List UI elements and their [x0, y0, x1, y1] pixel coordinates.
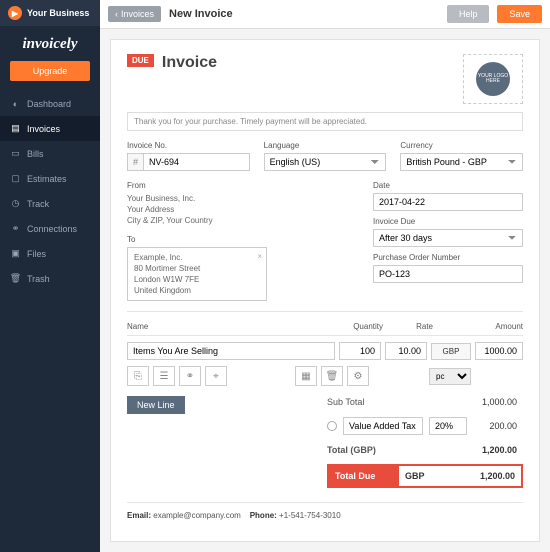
- gauge-icon: ◐: [10, 98, 21, 109]
- line-toolbar: ⎘ ☰ ⚭ ⌖ ▦ 🗑 ⚙ pc: [127, 366, 523, 386]
- workspace-switcher[interactable]: ▶ Your Business: [0, 0, 100, 26]
- sidebar-item-dashboard[interactable]: ◐Dashboard: [0, 91, 100, 116]
- total-row: Total (GBP) 1,200.00: [327, 440, 523, 460]
- line-qty-input[interactable]: [339, 342, 381, 360]
- date-input[interactable]: [373, 193, 523, 211]
- tag-icon[interactable]: ⌖: [205, 366, 227, 386]
- sidebar-item-files[interactable]: ▣Files: [0, 241, 100, 266]
- invoice-due-label: Invoice Due: [373, 217, 523, 226]
- language-select[interactable]: English (US): [264, 153, 387, 171]
- total-due-row: Total Due GBP 1,200.00: [327, 464, 523, 488]
- logo-circle: YOUR LOGO HERE: [476, 62, 510, 96]
- invoice-no-label: Invoice No.: [127, 141, 250, 150]
- sidebar-nav: ◐Dashboard ▤Invoices ▭Bills ▢Estimates ◷…: [0, 91, 100, 291]
- app-logo: invoicely: [0, 26, 100, 61]
- sidebar-item-bills[interactable]: ▭Bills: [0, 141, 100, 166]
- language-label: Language: [264, 141, 387, 150]
- copy-icon[interactable]: ⎘: [127, 366, 149, 386]
- topbar: ‹Invoices New Invoice Help Save: [100, 0, 550, 29]
- tax-name-input[interactable]: [343, 417, 423, 435]
- sidebar-item-invoices[interactable]: ▤Invoices: [0, 116, 100, 141]
- invoice-footer: Email: example@company.com Phone: +1-541…: [127, 502, 523, 520]
- clock-icon: ◷: [10, 198, 21, 209]
- from-label: From: [127, 181, 359, 190]
- sidebar-item-track[interactable]: ◷Track: [0, 191, 100, 216]
- date-label: Date: [373, 181, 523, 190]
- chevron-left-icon: ‹: [115, 9, 118, 19]
- receipt-icon: ▭: [10, 148, 21, 159]
- subtotal-row: Sub Total 1,000.00: [327, 392, 523, 412]
- to-address-box[interactable]: × Example, Inc.80 Mortimer StreetLondon …: [127, 247, 267, 302]
- document-icon: ▤: [10, 123, 21, 134]
- main-content: ‹Invoices New Invoice Help Save DUE Invo…: [100, 0, 550, 552]
- logo-placeholder[interactable]: YOUR LOGO HERE: [463, 54, 523, 104]
- totals-section: Sub Total 1,000.00 200.00 Total (GBP) 1,…: [327, 392, 523, 488]
- folder-icon: ▣: [10, 248, 21, 259]
- invoice-card: DUE Invoice YOUR LOGO HERE Thank you for…: [110, 39, 540, 542]
- settings-icon[interactable]: ⚙: [347, 366, 369, 386]
- archive-icon[interactable]: ▦: [295, 366, 317, 386]
- line-rate-input[interactable]: [385, 342, 427, 360]
- line-amount-input[interactable]: [475, 342, 523, 360]
- trash-icon: 🗑: [10, 273, 21, 284]
- tax-pct-input[interactable]: [429, 417, 467, 435]
- unit-select[interactable]: pc: [429, 368, 471, 385]
- tax-row: 200.00: [327, 412, 523, 440]
- currency-select[interactable]: British Pound - GBP: [400, 153, 523, 171]
- line-name-input[interactable]: [127, 342, 335, 360]
- page-title: New Invoice: [169, 8, 233, 20]
- to-label: To: [127, 235, 359, 244]
- save-button[interactable]: Save: [497, 5, 542, 23]
- invoice-title: Invoice: [162, 54, 217, 72]
- upgrade-button[interactable]: Upgrade: [10, 61, 90, 81]
- po-label: Purchase Order Number: [373, 253, 523, 262]
- line-item-row: GBP: [127, 342, 523, 360]
- page-icon: ▢: [10, 173, 21, 184]
- from-address: Your Business, Inc.Your AddressCity & ZI…: [127, 193, 359, 227]
- invoice-no-prefix: #: [127, 153, 143, 171]
- invoice-no-input[interactable]: [143, 153, 250, 171]
- play-icon: ▶: [8, 6, 22, 20]
- sidebar-item-trash[interactable]: 🗑Trash: [0, 266, 100, 291]
- po-input[interactable]: [373, 265, 523, 283]
- tax-radio[interactable]: [327, 421, 337, 431]
- close-icon[interactable]: ×: [257, 251, 262, 262]
- link-icon: ⚭: [10, 223, 21, 234]
- currency-label: Currency: [400, 141, 523, 150]
- status-badge: DUE: [127, 54, 154, 67]
- help-button[interactable]: Help: [447, 5, 490, 23]
- link-icon[interactable]: ⚭: [179, 366, 201, 386]
- back-button[interactable]: ‹Invoices: [108, 6, 161, 22]
- sidebar: ▶ Your Business invoicely Upgrade ◐Dashb…: [0, 0, 100, 552]
- sidebar-item-estimates[interactable]: ▢Estimates: [0, 166, 100, 191]
- line-items-header: Name Quantity Rate Amount: [127, 322, 523, 336]
- note-icon[interactable]: ☰: [153, 366, 175, 386]
- new-line-button[interactable]: New Line: [127, 396, 185, 414]
- invoice-note[interactable]: Thank you for your purchase. Timely paym…: [127, 112, 523, 131]
- line-currency: GBP: [431, 343, 471, 360]
- delete-icon[interactable]: 🗑: [321, 366, 343, 386]
- business-name: Your Business: [27, 8, 89, 18]
- sidebar-item-connections[interactable]: ⚭Connections: [0, 216, 100, 241]
- invoice-due-select[interactable]: After 30 days: [373, 229, 523, 247]
